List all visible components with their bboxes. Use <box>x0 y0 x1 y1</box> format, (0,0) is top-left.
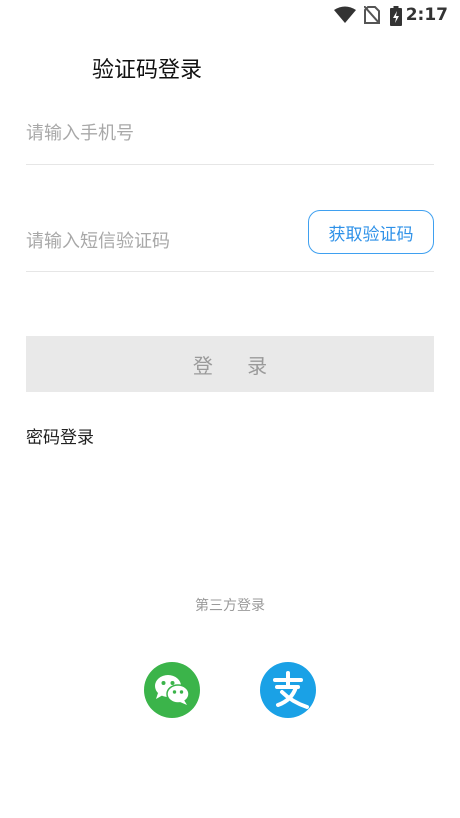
alipay-login-button[interactable] <box>260 662 316 718</box>
phone-field <box>26 114 434 165</box>
login-button[interactable]: 登 录 <box>26 336 434 392</box>
wifi-icon <box>334 6 356 23</box>
wechat-login-button[interactable] <box>144 662 200 718</box>
status-bar: 2:17 <box>0 0 460 30</box>
battery-charging-icon <box>390 6 402 26</box>
wechat-icon <box>155 675 190 705</box>
get-code-button[interactable]: 获取验证码 <box>308 210 434 254</box>
phone-input[interactable] <box>26 114 434 152</box>
third-party-label: 第三方登录 <box>195 598 265 614</box>
page-title: 验证码登录 <box>92 58 203 83</box>
status-time: 2:17 <box>405 5 448 25</box>
sms-code-input[interactable] <box>26 228 296 254</box>
login-button-label: 登 录 <box>192 353 282 378</box>
alipay-icon <box>273 671 309 709</box>
no-sim-icon <box>364 6 380 24</box>
password-login-link[interactable]: 密码登录 <box>26 423 94 448</box>
sms-code-field: 获取验证码 <box>26 210 434 272</box>
